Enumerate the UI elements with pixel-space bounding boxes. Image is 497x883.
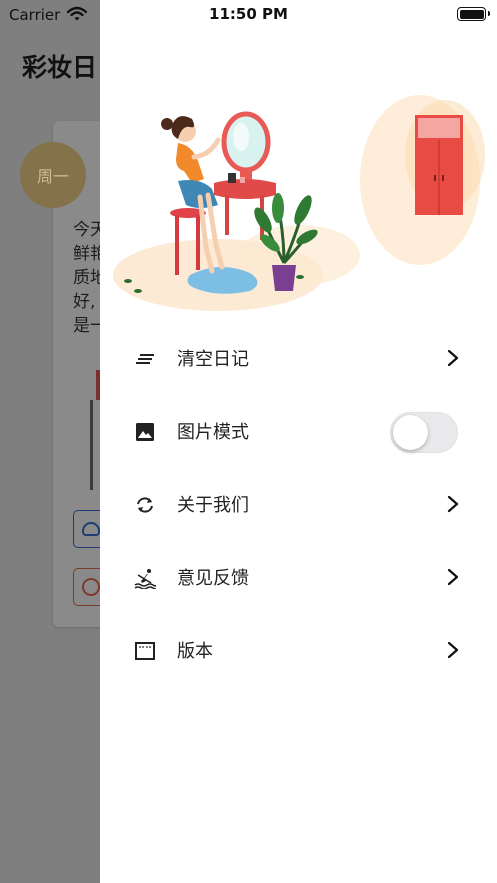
toggle-knob (393, 415, 428, 450)
diary-text-line: 质地 (73, 268, 103, 288)
menu-item-label: 意见反馈 (177, 568, 249, 589)
diary-text: 今天 鲜艳 质地 好, 是一 (73, 218, 103, 338)
menu-item-label: 清空日记 (177, 349, 249, 370)
menu-item-about-us[interactable]: 关于我们 (100, 468, 497, 541)
sync-arrows-icon (137, 497, 153, 513)
status-time: 11:50 PM (209, 5, 288, 23)
page-title: 彩妆日 (22, 53, 98, 82)
diary-text-line: 鲜艳 (73, 244, 103, 264)
day-badge: 周一 (20, 142, 86, 208)
cloud-icon (82, 522, 100, 536)
side-drawer: 清空日记 图片模式 关于我们 意见反馈 版本 (100, 0, 497, 883)
chevron-right-icon (447, 495, 459, 513)
chevron-right-icon (447, 568, 459, 586)
diary-text-line: 好, (73, 292, 96, 312)
menu-item-feedback[interactable]: 意见反馈 (100, 541, 497, 614)
chevron-right-icon (447, 349, 459, 367)
rowing-icon (134, 569, 156, 589)
image-mode-toggle[interactable] (390, 412, 458, 453)
diary-text-line: 是一 (73, 316, 103, 336)
diary-text-line: 今天 (73, 220, 103, 240)
chevron-right-icon (447, 641, 459, 659)
menu-item-label: 关于我们 (177, 495, 249, 516)
menu-item-version[interactable]: 版本 (100, 614, 497, 687)
dotted-frame-icon (135, 642, 155, 660)
status-bar: Carrier 11:50 PM (0, 0, 497, 28)
menu-item-label: 版本 (177, 641, 213, 662)
face-icon (82, 578, 100, 596)
battery-fill (459, 9, 484, 19)
menu-item-image-mode: 图片模式 (100, 395, 497, 468)
menu-item-clear-diary[interactable]: 清空日记 (100, 322, 497, 395)
menu-item-label: 图片模式 (177, 422, 249, 443)
list-lines-icon (136, 354, 154, 364)
battery-icon (457, 7, 490, 21)
makeup-illustration (113, 95, 485, 311)
image-icon (136, 423, 154, 441)
